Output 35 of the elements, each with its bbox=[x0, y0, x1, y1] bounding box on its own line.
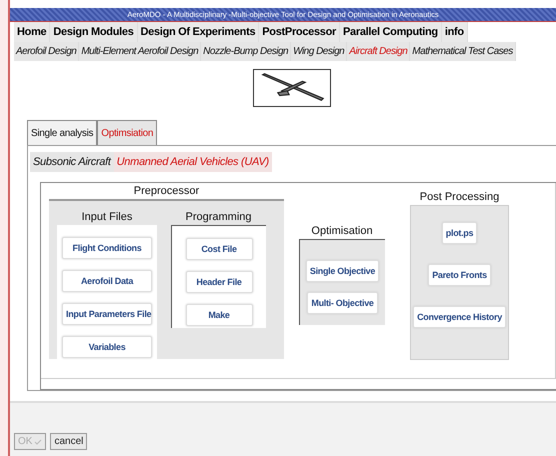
module-tab[interactable]: Wing Design bbox=[291, 42, 348, 61]
file-button[interactable]: Variables bbox=[62, 336, 152, 358]
module-tab[interactable]: Aerofoil Design bbox=[14, 42, 80, 61]
optimisation-button[interactable]: Multi- Objective bbox=[307, 292, 378, 314]
menu-item[interactable]: Design Modules bbox=[50, 22, 138, 42]
menu-item[interactable]: info bbox=[442, 22, 468, 42]
section-title: Preprocessor bbox=[132, 184, 200, 199]
menu-item[interactable]: Home bbox=[14, 22, 50, 42]
file-button[interactable]: Input Parameters File bbox=[62, 303, 152, 325]
section-title: Optimisation bbox=[310, 224, 374, 239]
section-title: Post Processing bbox=[418, 190, 500, 205]
cancel-button[interactable]: cancel bbox=[50, 433, 88, 450]
section-title: Input Files bbox=[80, 210, 134, 225]
post-button[interactable]: Convergence History bbox=[413, 306, 506, 328]
menu-item[interactable]: Design Of Experiments bbox=[138, 22, 260, 42]
file-button[interactable]: Flight Conditions bbox=[62, 237, 152, 259]
file-button[interactable]: Make bbox=[186, 304, 252, 326]
file-button[interactable]: Aerofoil Data bbox=[62, 270, 152, 292]
module-tab[interactable]: Nozzle-Bump Design bbox=[201, 42, 292, 61]
analysis-tab[interactable]: Optimsiation bbox=[97, 120, 158, 145]
optimisation-button[interactable]: Single Objective bbox=[306, 260, 380, 282]
aircraft-tab[interactable]: Unmanned Aerial Vehicles (UAV) bbox=[114, 152, 272, 172]
file-button[interactable]: Cost File bbox=[186, 238, 252, 260]
post-button[interactable]: Pareto Fronts bbox=[428, 264, 491, 286]
check-icon bbox=[34, 438, 42, 444]
file-button[interactable]: Header File bbox=[186, 271, 252, 293]
section-title: Programming bbox=[184, 210, 253, 225]
module-tab[interactable]: Multi-Element Aerofoil Design bbox=[79, 42, 202, 61]
module-tab[interactable]: Aircraft Design bbox=[347, 42, 410, 61]
menu-item[interactable]: Parallel Computing bbox=[340, 22, 442, 42]
post-button[interactable]: plot.ps bbox=[442, 222, 478, 244]
analysis-tab[interactable]: Single analysis bbox=[27, 120, 98, 145]
aircraft-tab[interactable]: Subsonic Aircraft bbox=[30, 152, 114, 172]
module-tab[interactable]: Mathematical Test Cases bbox=[410, 42, 516, 61]
menu-item[interactable]: PostProcessor bbox=[259, 22, 340, 42]
